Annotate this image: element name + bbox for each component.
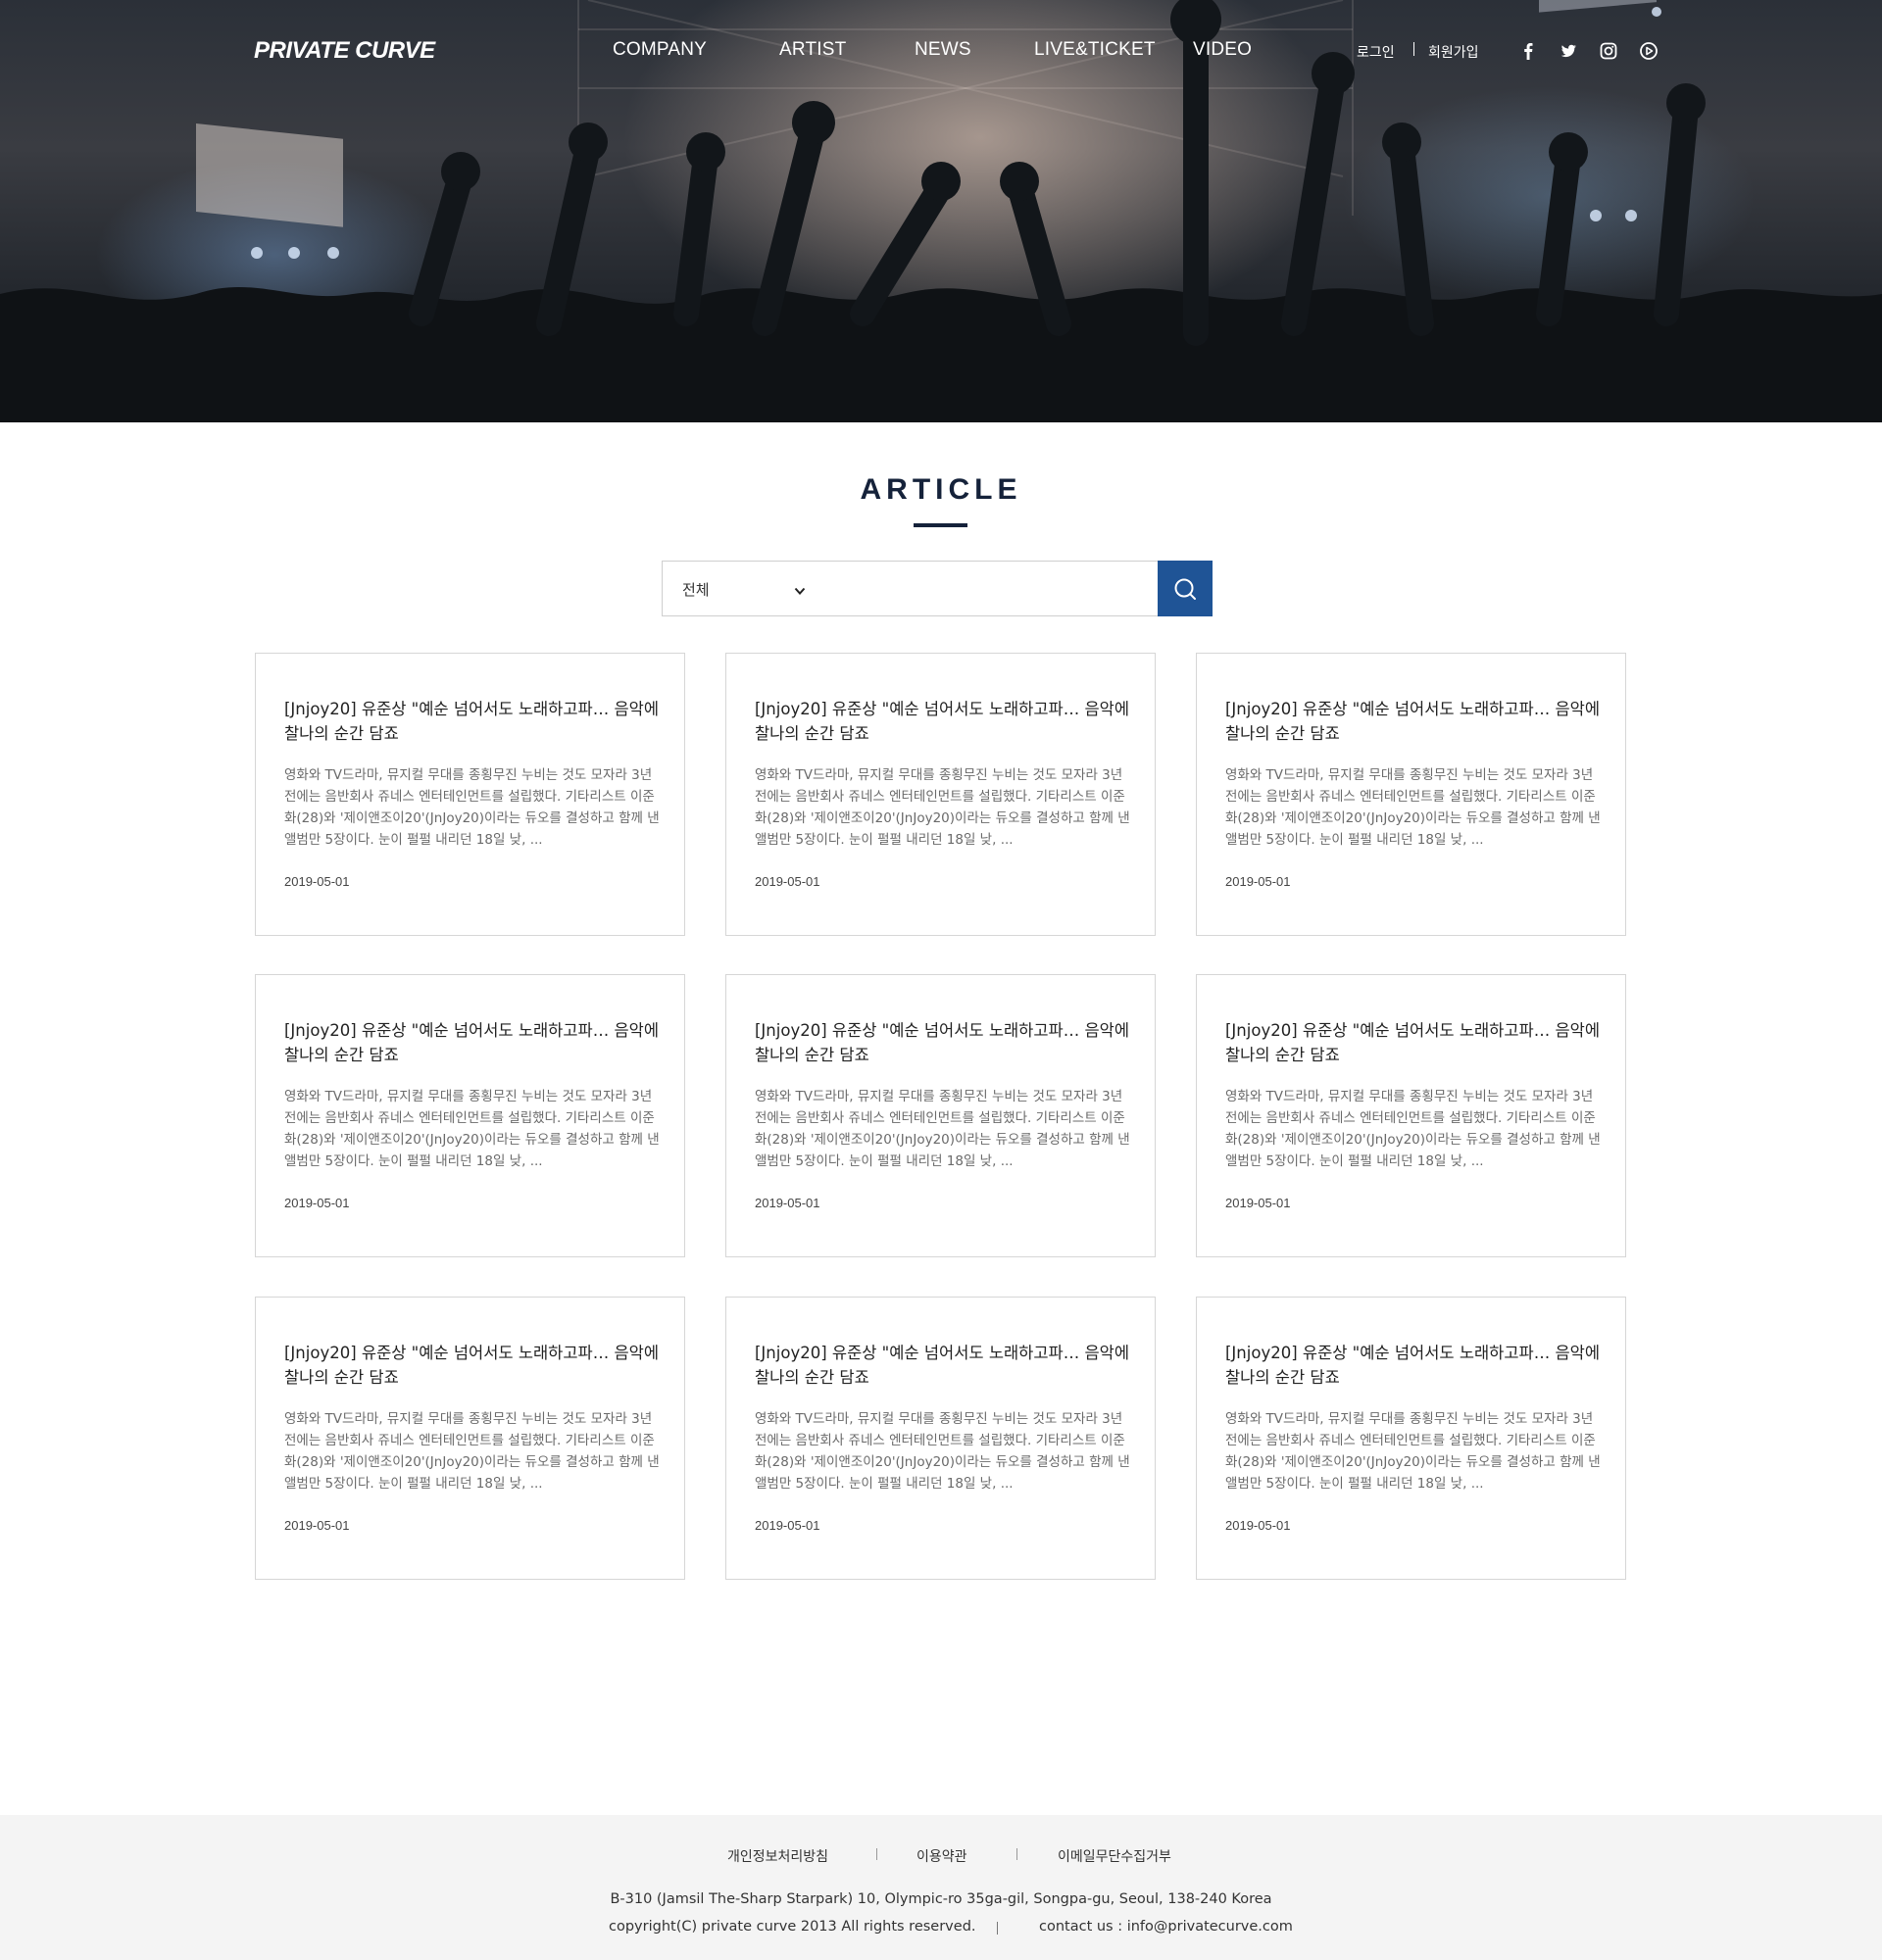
article-title[interactable]: [Jnjoy20] 유준상 "예순 넘어서도 노래하고파… 음악에 찰나의 순간…	[1225, 697, 1603, 746]
article-summary: 영화와 TV드라마, 뮤지컬 무대를 종횡무진 누비는 것도 모자라 3년 전에…	[755, 767, 1130, 848]
signup-link[interactable]: 회원가입	[1428, 42, 1479, 62]
article-card[interactable]: [Jnjoy20] 유준상 "예순 넘어서도 노래하고파… 음악에 찰나의 순간…	[1196, 974, 1626, 1257]
article-date: 2019-05-01	[755, 1518, 820, 1533]
footer-divider	[876, 1848, 877, 1860]
hero-banner: PRIVATE CURVE COMPANY ARTIST NEWS LIVE&T…	[0, 0, 1882, 422]
article-date: 2019-05-01	[284, 874, 350, 889]
footer-address: B-310 (Jamsil The-Sharp Starpark) 10, Ol…	[610, 1891, 1272, 1907]
nav-news[interactable]: NEWS	[915, 39, 971, 61]
footer: 개인정보처리방침 이용약관 이메일무단수집거부 B-310 (Jamsil Th…	[0, 1815, 1882, 1960]
article-card[interactable]: [Jnjoy20] 유준상 "예순 넘어서도 노래하고파… 음악에 찰나의 순간…	[255, 974, 685, 1257]
footer-privacy-link[interactable]: 개인정보처리방침	[727, 1846, 828, 1866]
article-date: 2019-05-01	[1225, 1518, 1291, 1533]
logo[interactable]: PRIVATE CURVE	[254, 37, 435, 65]
play-icon[interactable]	[1638, 40, 1659, 62]
footer-terms-link[interactable]: 이용약관	[916, 1846, 967, 1866]
article-title[interactable]: [Jnjoy20] 유준상 "예순 넘어서도 노래하고파… 음악에 찰나의 순간…	[755, 1341, 1132, 1390]
article-card[interactable]: [Jnjoy20] 유준상 "예순 넘어서도 노래하고파… 음악에 찰나의 순간…	[1196, 653, 1626, 936]
title-underline	[914, 523, 967, 527]
footer-contact[interactable]: contact us : info@privatecurve.com	[1039, 1919, 1293, 1935]
article-title[interactable]: [Jnjoy20] 유준상 "예순 넘어서도 노래하고파… 음악에 찰나의 순간…	[1225, 1341, 1603, 1390]
twitter-icon[interactable]	[1558, 40, 1579, 62]
instagram-icon[interactable]	[1598, 40, 1619, 62]
category-select[interactable]: 전체	[662, 561, 825, 616]
article-title[interactable]: [Jnjoy20] 유준상 "예순 넘어서도 노래하고파… 음악에 찰나의 순간…	[755, 1018, 1132, 1067]
nav-company[interactable]: COMPANY	[613, 39, 707, 61]
article-summary: 영화와 TV드라마, 뮤지컬 무대를 종횡무진 누비는 것도 모자라 3년 전에…	[284, 1089, 660, 1169]
article-date: 2019-05-01	[1225, 1196, 1291, 1210]
article-date: 2019-05-01	[1225, 874, 1291, 889]
login-link[interactable]: 로그인	[1357, 42, 1395, 62]
footer-divider	[997, 1922, 998, 1935]
footer-divider	[1016, 1848, 1017, 1860]
article-summary: 영화와 TV드라마, 뮤지컬 무대를 종횡무진 누비는 것도 모자라 3년 전에…	[1225, 1089, 1601, 1169]
article-card[interactable]: [Jnjoy20] 유준상 "예순 넘어서도 노래하고파… 음악에 찰나의 순간…	[725, 974, 1156, 1257]
article-title[interactable]: [Jnjoy20] 유준상 "예순 넘어서도 노래하고파… 음악에 찰나의 순간…	[284, 1018, 662, 1067]
nav-artist[interactable]: ARTIST	[779, 39, 846, 61]
article-summary: 영화와 TV드라마, 뮤지컬 무대를 종횡무진 누비는 것도 모자라 3년 전에…	[1225, 767, 1601, 848]
article-summary: 영화와 TV드라마, 뮤지컬 무대를 종횡무진 누비는 것도 모자라 3년 전에…	[1225, 1411, 1601, 1492]
article-summary: 영화와 TV드라마, 뮤지컬 무대를 종횡무진 누비는 것도 모자라 3년 전에…	[755, 1411, 1130, 1492]
search-icon	[1174, 578, 1196, 600]
page-title: ARTICLE	[860, 473, 1022, 506]
nav-video[interactable]: VIDEO	[1193, 39, 1252, 61]
article-card[interactable]: [Jnjoy20] 유준상 "예순 넘어서도 노래하고파… 음악에 찰나의 순간…	[1196, 1297, 1626, 1580]
footer-email-refusal-link[interactable]: 이메일무단수집거부	[1058, 1846, 1171, 1866]
article-summary: 영화와 TV드라마, 뮤지컬 무대를 종횡무진 누비는 것도 모자라 3년 전에…	[284, 767, 660, 848]
footer-copyright: copyright(C) private curve 2013 All righ…	[609, 1919, 976, 1935]
facebook-icon[interactable]	[1517, 40, 1539, 62]
article-date: 2019-05-01	[755, 1196, 820, 1210]
search-button[interactable]	[1158, 561, 1213, 616]
article-card[interactable]: [Jnjoy20] 유준상 "예순 넘어서도 노래하고파… 음악에 찰나의 순간…	[255, 653, 685, 936]
search-input[interactable]	[824, 561, 1159, 616]
nav-live-ticket[interactable]: LIVE&TICKET	[1034, 39, 1156, 61]
article-card[interactable]: [Jnjoy20] 유준상 "예순 넘어서도 노래하고파… 음악에 찰나의 순간…	[725, 1297, 1156, 1580]
article-summary: 영화와 TV드라마, 뮤지컬 무대를 종횡무진 누비는 것도 모자라 3년 전에…	[755, 1089, 1130, 1169]
article-date: 2019-05-01	[284, 1196, 350, 1210]
article-card[interactable]: [Jnjoy20] 유준상 "예순 넘어서도 노래하고파… 음악에 찰나의 순간…	[255, 1297, 685, 1580]
article-card[interactable]: [Jnjoy20] 유준상 "예순 넘어서도 노래하고파… 음악에 찰나의 순간…	[725, 653, 1156, 936]
article-date: 2019-05-01	[284, 1518, 350, 1533]
article-title[interactable]: [Jnjoy20] 유준상 "예순 넘어서도 노래하고파… 음악에 찰나의 순간…	[284, 1341, 662, 1390]
article-title[interactable]: [Jnjoy20] 유준상 "예순 넘어서도 노래하고파… 음악에 찰나의 순간…	[284, 697, 662, 746]
article-title[interactable]: [Jnjoy20] 유준상 "예순 넘어서도 노래하고파… 음악에 찰나의 순간…	[755, 697, 1132, 746]
article-summary: 영화와 TV드라마, 뮤지컬 무대를 종횡무진 누비는 것도 모자라 3년 전에…	[284, 1411, 660, 1492]
category-select-value: 전체	[682, 581, 710, 599]
article-title[interactable]: [Jnjoy20] 유준상 "예순 넘어서도 노래하고파… 음악에 찰나의 순간…	[1225, 1018, 1603, 1067]
article-date: 2019-05-01	[755, 874, 820, 889]
member-divider	[1413, 42, 1414, 56]
chevron-down-icon	[793, 583, 807, 597]
